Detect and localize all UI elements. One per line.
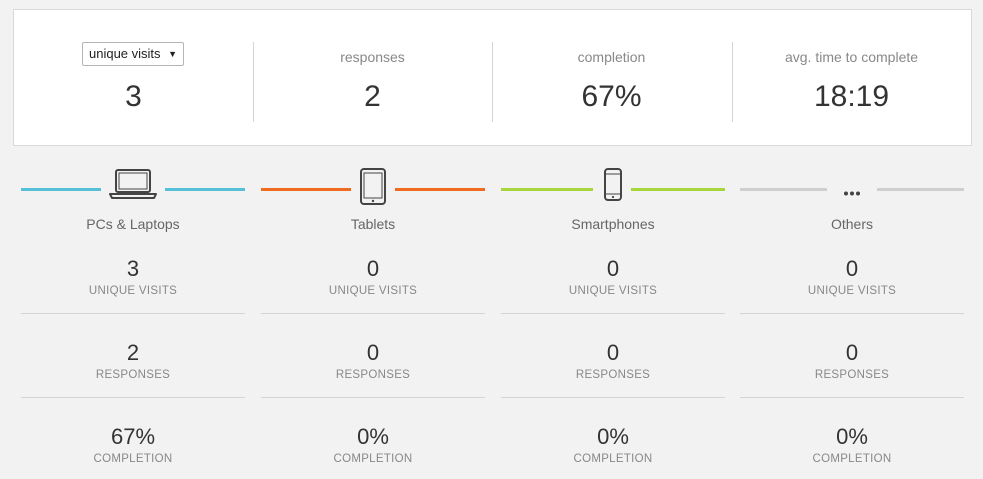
device-color-bar [631,188,725,191]
divider [261,397,485,398]
completion-value: 67% [581,80,642,113]
unique-visits-value: 0 [606,256,620,281]
device-header [501,164,725,216]
divider [501,397,725,398]
unique-visits-metric: 0 UNIQUE VISITS [261,256,485,297]
summary-unique-visits: unique visits ▼ 3 [14,10,253,145]
completion-value: 67% [110,424,156,449]
device-others: Others 0 UNIQUE VISITS 0 RESPONSES 0% CO… [740,164,964,465]
device-name: Tablets [350,216,396,232]
more-icon [844,191,860,196]
divider [740,313,964,314]
dropdown-arrow-icon: ▼ [168,49,177,59]
unique-visits-metric: 0 UNIQUE VISITS [740,256,964,297]
device-smartphones: Smartphones 0 UNIQUE VISITS 0 RESPONSES … [501,164,725,465]
responses-label: RESPONSES [335,369,411,381]
device-header [740,164,964,216]
responses-metric: 0 RESPONSES [740,340,964,381]
responses-value: 2 [126,340,140,365]
unique-visits-metric: 0 UNIQUE VISITS [501,256,725,297]
device-name: PCs & Laptops [86,216,180,232]
divider [261,313,485,314]
device-color-bar [261,188,351,191]
summary-responses: responses 2 [253,10,492,145]
responses-label: RESPONSES [814,369,890,381]
metric-select-value: unique visits [89,46,161,61]
laptop-icon [109,169,157,199]
divider [21,313,245,314]
completion-label: COMPLETION [812,453,892,465]
completion-value: 0% [357,424,389,449]
responses-value: 2 [364,80,381,113]
responses-value: 0 [845,340,859,365]
avg-time-value: 18:19 [813,80,890,113]
responses-label: responses [340,49,405,65]
unique-visits-label: UNIQUE VISITS [807,285,897,297]
device-color-bar [21,188,101,191]
divider [740,397,964,398]
divider [21,397,245,398]
unique-visits-value: 0 [366,256,380,281]
summary-avg-time: avg. time to complete 18:19 [732,10,971,145]
unique-visits-label: UNIQUE VISITS [88,285,178,297]
completion-value: 0% [836,424,868,449]
device-header [261,164,485,216]
device-color-bar [740,188,827,191]
unique-visits-metric: 3 UNIQUE VISITS [21,256,245,297]
completion-label: COMPLETION [93,453,173,465]
device-color-bar [877,188,964,191]
device-pcs-laptops: PCs & Laptops 3 UNIQUE VISITS 2 RESPONSE… [21,164,245,465]
unique-visits-value: 3 [125,80,142,113]
responses-label: RESPONSES [95,369,171,381]
summary-panel: unique visits ▼ 3 responses 2 completion… [13,9,972,146]
metric-select[interactable]: unique visits ▼ [82,42,184,66]
unique-visits-value: 0 [845,256,859,281]
responses-metric: 2 RESPONSES [21,340,245,381]
device-name: Smartphones [571,216,655,232]
completion-label: COMPLETION [573,453,653,465]
completion-value: 0% [597,424,629,449]
completion-label: completion [577,49,646,65]
device-tablets: Tablets 0 UNIQUE VISITS 0 RESPONSES 0% C… [261,164,485,465]
device-header [21,164,245,216]
unique-visits-value: 3 [126,256,140,281]
avg-time-label: avg. time to complete [784,49,919,65]
device-name: Others [830,216,873,232]
responses-value: 0 [366,340,380,365]
device-color-bar [165,188,245,191]
responses-label: RESPONSES [575,369,651,381]
unique-visits-label: UNIQUE VISITS [568,285,658,297]
tablet-icon [360,168,386,205]
completion-metric: 67% COMPLETION [21,424,245,465]
completion-label: COMPLETION [333,453,413,465]
device-color-bar [395,188,485,191]
completion-metric: 0% COMPLETION [740,424,964,465]
completion-metric: 0% COMPLETION [261,424,485,465]
divider [501,313,725,314]
device-color-bar [501,188,593,191]
responses-metric: 0 RESPONSES [501,340,725,381]
unique-visits-label: UNIQUE VISITS [328,285,418,297]
responses-metric: 0 RESPONSES [261,340,485,381]
completion-metric: 0% COMPLETION [501,424,725,465]
smartphone-icon [604,168,622,201]
responses-value: 0 [606,340,620,365]
summary-completion: completion 67% [492,10,731,145]
